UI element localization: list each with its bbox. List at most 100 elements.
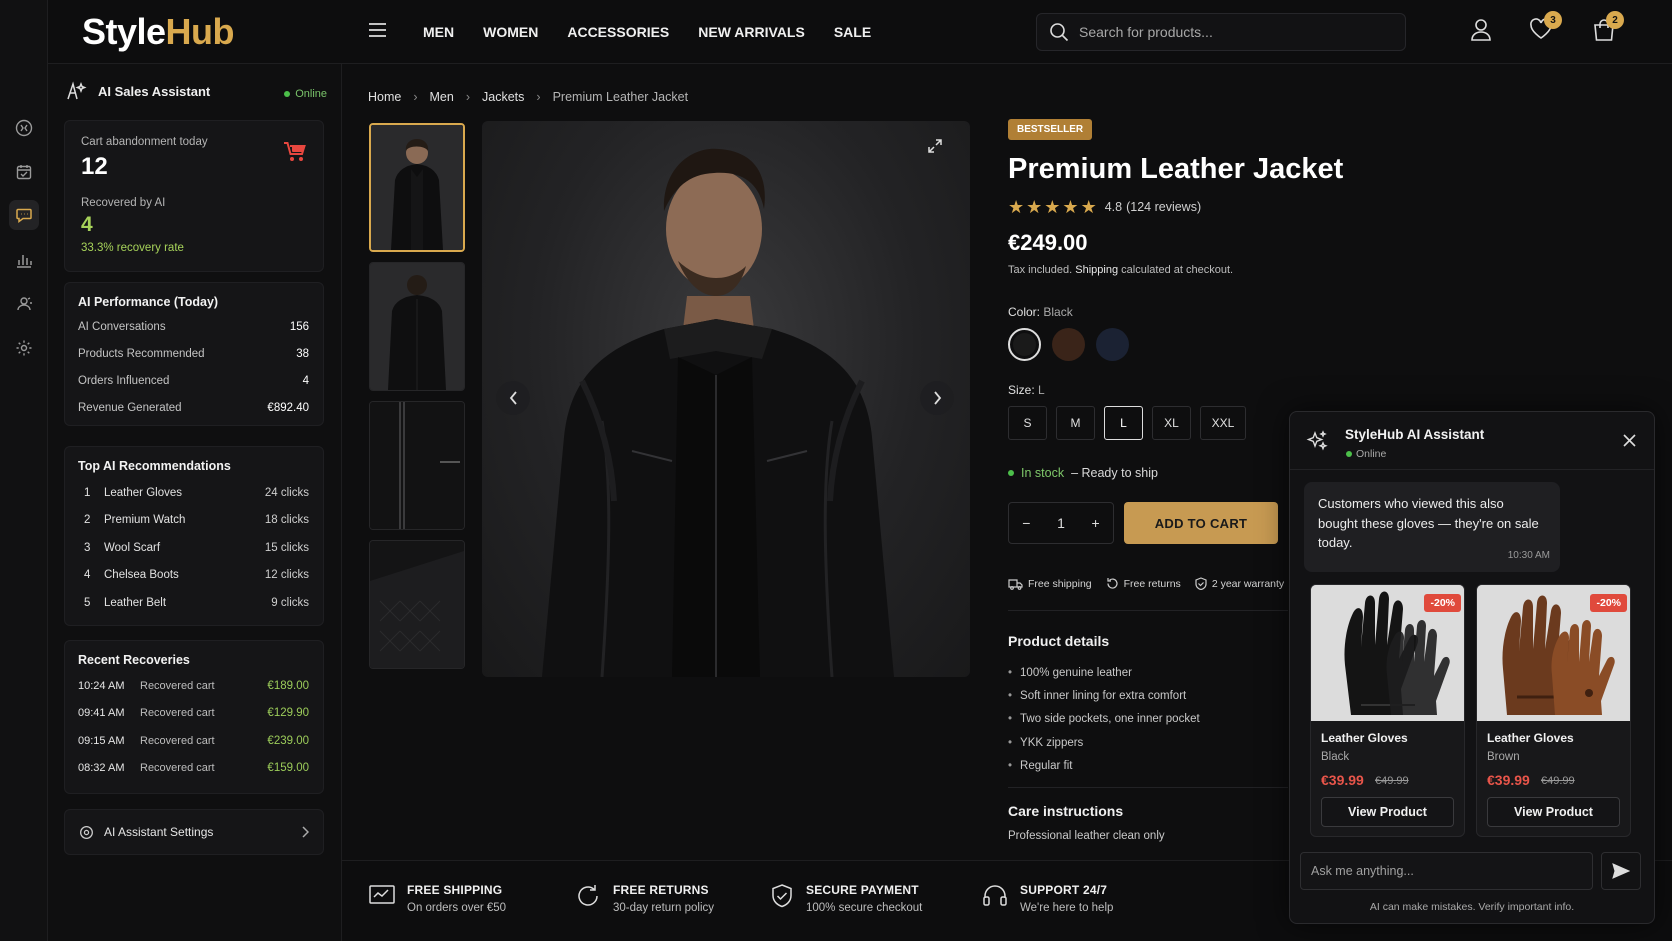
rec-name: Wool Scarf xyxy=(104,541,161,554)
nav-men[interactable]: MEN xyxy=(423,24,454,40)
tax-note-a: Tax included. xyxy=(1008,264,1073,276)
size-option-l[interactable]: L xyxy=(1104,406,1143,440)
color-swatch-black[interactable] xyxy=(1008,328,1041,361)
footer-title: FREE RETURNS xyxy=(613,883,709,897)
stock-label: In stock xyxy=(1021,466,1065,480)
breadcrumb-jackets[interactable]: Jackets xyxy=(482,90,524,104)
detail-item: 100% genuine leather xyxy=(1008,662,1200,685)
size-option-xl[interactable]: XL xyxy=(1152,406,1191,440)
quantity-value[interactable]: 1 xyxy=(1057,515,1065,531)
star-icon: ★ xyxy=(1062,197,1079,217)
product-thumbnail[interactable] xyxy=(369,123,465,252)
color-swatch-navy[interactable] xyxy=(1096,328,1129,361)
settings-icon[interactable] xyxy=(9,333,39,363)
original-price: €49.99 xyxy=(1375,775,1409,787)
chat-icon[interactable] xyxy=(9,200,39,230)
send-button[interactable] xyxy=(1601,852,1641,890)
send-icon xyxy=(1612,863,1630,879)
product-main-image[interactable] xyxy=(482,121,970,677)
returns-icon xyxy=(1107,578,1118,589)
stock-status: In stock – Ready to ship xyxy=(1008,466,1158,480)
analytics-icon[interactable] xyxy=(9,245,39,275)
product-name: Leather Gloves xyxy=(1487,731,1574,745)
next-image-button[interactable] xyxy=(920,381,954,415)
add-to-cart-button[interactable]: ADD TO CART xyxy=(1124,502,1278,544)
discount-badge: -20% xyxy=(1424,594,1461,612)
perf-value: 38 xyxy=(296,347,309,360)
chevron-right-icon: › xyxy=(536,90,541,104)
panel-title: AI Sales Assistant xyxy=(98,83,211,99)
account-icon[interactable] xyxy=(1470,18,1492,42)
nav-new-arrivals[interactable]: NEW ARRIVALS xyxy=(698,24,805,40)
search-input[interactable] xyxy=(1079,24,1379,40)
calendar-icon[interactable] xyxy=(9,157,39,187)
recovery-desc: Recovered cart xyxy=(140,707,215,720)
menu-icon[interactable] xyxy=(368,22,387,38)
rec-rank: 1 xyxy=(84,486,91,499)
recommended-product-card[interactable]: -20% Leather Gloves Brown €39.99 €49.99 … xyxy=(1476,584,1631,837)
rec-row[interactable]: 5 Leather Belt 9 clicks xyxy=(78,589,309,617)
expand-icon[interactable] xyxy=(928,139,942,153)
recovered-label: Recovered by AI xyxy=(81,197,166,209)
decrease-qty-button[interactable]: − xyxy=(1022,515,1030,531)
recommended-product-card[interactable]: -20% Leather Gloves Black €39.99 €49.99 … xyxy=(1310,584,1465,837)
assistant-settings-row[interactable]: AI Assistant Settings xyxy=(64,809,324,855)
color-label-text: Color: xyxy=(1008,305,1041,319)
recoveries-title: Recent Recoveries xyxy=(78,653,190,667)
rec-row[interactable]: 2 Premium Watch 18 clicks xyxy=(78,507,309,535)
dashboard-icon[interactable] xyxy=(9,113,39,143)
nav-accessories[interactable]: ACCESSORIES xyxy=(567,24,669,40)
cart-icon[interactable]: 2 xyxy=(1593,11,1624,42)
status-dot xyxy=(1346,451,1352,457)
tax-note: Tax included. Shipping calculated at che… xyxy=(1008,264,1233,276)
wishlist-icon[interactable]: 3 xyxy=(1529,11,1562,40)
product-thumbnail[interactable] xyxy=(369,540,465,669)
product-color: Brown xyxy=(1487,751,1520,763)
sale-price: €39.99 xyxy=(1487,772,1530,788)
increase-qty-button[interactable]: + xyxy=(1092,515,1100,531)
product-thumbnail[interactable] xyxy=(369,262,465,391)
rec-rank: 3 xyxy=(84,541,91,554)
perk-label: Free shipping xyxy=(1028,577,1092,590)
close-icon[interactable] xyxy=(1623,434,1636,447)
nav-sale[interactable]: SALE xyxy=(834,24,871,40)
breadcrumb-men[interactable]: Men xyxy=(430,90,454,104)
top-header: StyleHub MEN WOMEN ACCESSORIES NEW ARRIV… xyxy=(48,0,1672,64)
abandonment-card: Cart abandonment today 12 Recovered by A… xyxy=(64,120,324,272)
panel-header: AI Sales Assistant xyxy=(66,81,210,101)
product-thumbnail[interactable] xyxy=(369,401,465,530)
perf-row: AI Conversations 156 xyxy=(78,313,309,340)
size-option-xxl[interactable]: XXL xyxy=(1200,406,1246,440)
shield-check-icon xyxy=(772,884,792,908)
nav-women[interactable]: WOMEN xyxy=(483,24,538,40)
search-icon[interactable] xyxy=(1049,22,1069,42)
rec-row[interactable]: 3 Wool Scarf 15 clicks xyxy=(78,534,309,562)
chat-input[interactable] xyxy=(1300,852,1593,890)
rec-row[interactable]: 1 Leather Gloves 24 clicks xyxy=(78,479,309,507)
abandon-label: Cart abandonment today xyxy=(81,136,208,148)
shipping-link[interactable]: Shipping xyxy=(1075,264,1118,276)
customers-icon[interactable] xyxy=(9,289,39,319)
recovery-value: €159.00 xyxy=(267,762,309,775)
detail-item: Soft inner lining for extra comfort xyxy=(1008,685,1200,708)
view-product-button[interactable]: View Product xyxy=(1321,797,1454,827)
rec-name: Leather Belt xyxy=(104,596,167,609)
product-rating[interactable]: ★ ★ ★ ★ ★ 4.8 (124 reviews) xyxy=(1008,197,1202,217)
status-dot xyxy=(284,91,291,97)
recovery-row: 10:24 AM Recovered cart €189.00 xyxy=(78,672,309,700)
breadcrumb-home[interactable]: Home xyxy=(368,90,401,104)
color-swatch-brown[interactable] xyxy=(1052,328,1085,361)
wishlist-count-badge: 3 xyxy=(1544,11,1562,29)
view-product-button[interactable]: View Product xyxy=(1487,797,1620,827)
panel-status: Online xyxy=(284,88,327,100)
size-option-s[interactable]: S xyxy=(1008,406,1047,440)
brand-logo[interactable]: StyleHub xyxy=(82,11,235,53)
perk-item: 2 year warranty xyxy=(1195,577,1284,590)
performance-title: AI Performance (Today) xyxy=(78,295,219,309)
review-count: (124 reviews) xyxy=(1126,200,1202,214)
chevron-right-icon xyxy=(301,826,309,838)
size-option-m[interactable]: M xyxy=(1056,406,1095,440)
footer-item: SECURE PAYMENT 100% secure checkout xyxy=(770,883,922,914)
rec-row[interactable]: 4 Chelsea Boots 12 clicks xyxy=(78,562,309,590)
previous-image-button[interactable] xyxy=(496,381,530,415)
